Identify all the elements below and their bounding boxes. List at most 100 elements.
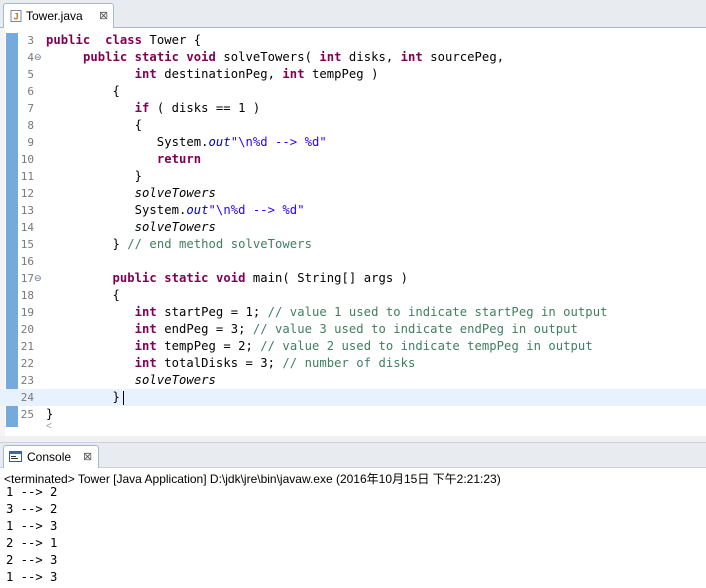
- code-line[interactable]: 15 } // end method solveTowers: [0, 236, 706, 253]
- fold-collapse-icon[interactable]: ⊖: [34, 49, 42, 66]
- code-line[interactable]: 11 }: [0, 168, 706, 185]
- code-token: int: [134, 339, 157, 353]
- code-line[interactable]: 3 public class Tower {: [0, 32, 706, 49]
- code-text: {: [46, 287, 120, 304]
- line-number: 10: [20, 153, 34, 166]
- code-line[interactable]: 22 int totalDisks = 3; // number of disk…: [0, 355, 706, 372]
- code-token: int: [134, 356, 157, 370]
- close-icon[interactable]: ⊠: [83, 450, 92, 463]
- code-line[interactable]: 9 System.out"\n%d --> %d": [0, 134, 706, 151]
- console-tab-bar: Console ⊠: [0, 442, 706, 469]
- console-output-line: 2 --> 1: [6, 536, 58, 550]
- code-line[interactable]: 7 if ( disks == 1 ): [0, 100, 706, 117]
- code-token: int: [282, 67, 305, 81]
- code-token: void: [186, 50, 216, 64]
- code-token: // value 1 used to indicate startPeg in …: [267, 305, 608, 319]
- code-line[interactable]: 14 solveTowers: [0, 219, 706, 236]
- code-text: return: [46, 151, 201, 168]
- console-status: <terminated> Tower [Java Application] D:…: [4, 472, 501, 486]
- code-token: class: [105, 33, 143, 47]
- editor-tab-tower-java[interactable]: J Tower.java ⊠: [3, 3, 114, 28]
- line-number: 21: [20, 340, 34, 353]
- code-line[interactable]: 10 return: [0, 151, 706, 168]
- code-token: sourcePeg,: [422, 50, 505, 64]
- code-line[interactable]: 16: [0, 253, 706, 270]
- code-text: public class Tower {: [46, 32, 201, 49]
- code-token: int: [400, 50, 423, 64]
- code-token: int: [134, 67, 157, 81]
- line-number: 15: [20, 238, 34, 251]
- code-line[interactable]: 6 {: [0, 83, 706, 100]
- code-token: System.: [46, 203, 187, 217]
- scroll-left-icon[interactable]: <: [46, 421, 52, 432]
- code-text: System.out"\n%d --> %d": [46, 134, 327, 151]
- code-token: disks,: [341, 50, 401, 64]
- code-token: public: [82, 50, 128, 64]
- code-editor[interactable]: 3 public class Tower {4 ⊖ public static vo…: [0, 28, 706, 436]
- line-number: 14: [20, 221, 34, 234]
- code-line[interactable]: 18 {: [0, 287, 706, 304]
- code-line[interactable]: 12 solveTowers: [0, 185, 706, 202]
- code-token: // number of disks: [282, 356, 416, 370]
- code-line[interactable]: 5 int destinationPeg, int tempPeg ): [0, 66, 706, 83]
- line-number: 4: [27, 51, 34, 64]
- code-text: int totalDisks = 3; // number of disks: [46, 355, 416, 372]
- code-token: solveTowers(: [215, 50, 320, 64]
- line-number: 25: [20, 408, 34, 421]
- code-line[interactable]: 19 int startPeg = 1; // value 1 used to …: [0, 304, 706, 321]
- java-file-icon: J: [10, 10, 22, 22]
- editor-tab-label: Tower.java: [26, 9, 83, 23]
- code-text: System.out"\n%d --> %d": [46, 202, 305, 219]
- code-line[interactable]: 17 ⊖ public static void main( String[] ar…: [0, 270, 706, 287]
- code-token: return: [156, 152, 202, 166]
- code-line[interactable]: 20 int endPeg = 3; // value 3 used to in…: [0, 321, 706, 338]
- code-line[interactable]: 24 }: [0, 389, 706, 406]
- code-token: {: [46, 84, 120, 98]
- fold-collapse-icon[interactable]: ⊖: [34, 270, 42, 287]
- code-text: {: [46, 117, 142, 134]
- line-number: 22: [20, 357, 34, 370]
- console-output-line: 3 --> 2: [6, 502, 58, 516]
- code-text: }: [46, 389, 124, 406]
- code-token: // value 2 used to indicate tempPeg in o…: [260, 339, 593, 353]
- console-output[interactable]: <terminated> Tower [Java Application] D:…: [0, 468, 706, 588]
- code-token: "\n%d --> %d": [208, 203, 305, 217]
- console-icon: [9, 451, 22, 462]
- line-number: 16: [20, 255, 34, 268]
- code-line[interactable]: 13 System.out"\n%d --> %d": [0, 202, 706, 219]
- code-token: {: [46, 118, 143, 132]
- code-text: solveTowers: [46, 219, 216, 236]
- code-line[interactable]: 23 solveTowers: [0, 372, 706, 389]
- code-token: static: [134, 50, 179, 64]
- code-line[interactable]: 21 int tempPeg = 2; // value 2 used to i…: [0, 338, 706, 355]
- console-tab[interactable]: Console ⊠: [3, 445, 99, 469]
- code-line[interactable]: 25}: [0, 406, 706, 423]
- code-token: tempPeg = 2;: [156, 339, 261, 353]
- close-icon[interactable]: ⊠: [99, 9, 108, 22]
- line-number: 18: [20, 289, 34, 302]
- code-token: }: [46, 169, 143, 183]
- code-token: void: [215, 271, 246, 285]
- code-token: }: [46, 390, 120, 404]
- console-output-line: 1 --> 2: [6, 485, 58, 499]
- line-number: 6: [27, 85, 34, 98]
- code-token: totalDisks = 3;: [156, 356, 283, 370]
- code-token: "\n%d --> %d": [230, 135, 327, 149]
- code-token: static: [164, 271, 209, 285]
- code-token: main( String[] args ): [245, 271, 409, 285]
- code-line[interactable]: 4 ⊖ public static void solveTowers( int d…: [0, 49, 706, 66]
- code-token: int: [319, 50, 342, 64]
- line-number: 8: [27, 119, 34, 132]
- code-token: solveTowers: [134, 373, 216, 387]
- code-line[interactable]: 8 {: [0, 117, 706, 134]
- line-number: 23: [20, 374, 34, 387]
